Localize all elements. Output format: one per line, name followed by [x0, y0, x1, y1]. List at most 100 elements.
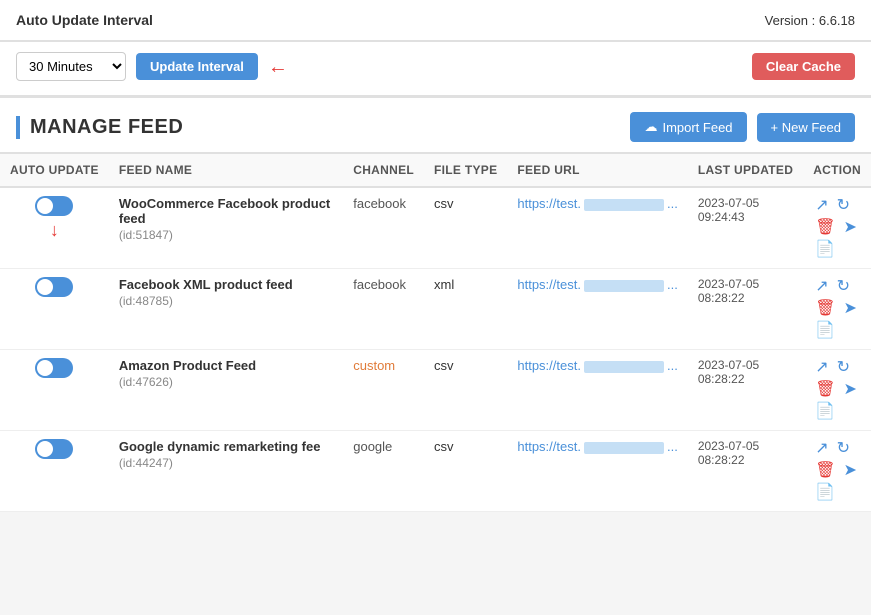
feed-url-cell: https://test....	[507, 431, 687, 512]
export-button[interactable]: ↗	[813, 358, 830, 378]
refresh-button[interactable]: ↻	[835, 196, 852, 216]
file-type-cell: csv	[424, 187, 507, 269]
action-row-1: ↗ ↻	[813, 358, 852, 378]
export-button[interactable]: ↗	[813, 277, 830, 297]
feed-id: (id:44247)	[119, 456, 333, 470]
last-updated-date: 2023-07-05	[698, 277, 793, 291]
action-row-2: 🗑 ➤	[813, 380, 859, 400]
new-feed-button[interactable]: + New Feed	[757, 113, 855, 142]
delete-button[interactable]: 🗑	[813, 461, 837, 481]
channel-cell: facebook	[343, 269, 424, 350]
action-row-3: 📄	[813, 402, 837, 422]
action-cell: ↗ ↻ 🗑 ➤ 📄	[803, 350, 871, 431]
channel-cell: google	[343, 431, 424, 512]
refresh-button[interactable]: ↻	[835, 439, 852, 459]
auto-update-cell: ↓	[0, 187, 109, 269]
action-icons: ↗ ↻ 🗑 ➤ 📄	[813, 277, 861, 341]
interval-select[interactable]: 30 Minutes 5 Minutes 15 Minutes 1 Hour	[16, 52, 126, 81]
col-feed-name: FEED NAME	[109, 154, 343, 188]
auto-update-cell	[0, 269, 109, 350]
action-icons: ↗ ↻ 🗑 ➤ 📄	[813, 358, 861, 422]
refresh-button[interactable]: ↻	[835, 277, 852, 297]
top-controls-bar: Auto Update Interval Version : 6.6.18	[0, 0, 871, 42]
action-row-1: ↗ ↻	[813, 277, 852, 297]
action-row-2: 🗑 ➤	[813, 461, 859, 481]
delete-button[interactable]: 🗑	[813, 218, 837, 238]
table-header-row: AUTO UPDATE FEED NAME CHANNEL FILE TYPE …	[0, 154, 871, 188]
last-updated-cell: 2023-07-05 08:28:22	[688, 431, 803, 512]
file-type-label: xml	[434, 277, 454, 292]
toggle-switch[interactable]	[35, 196, 73, 216]
channel-label: facebook	[353, 277, 406, 292]
doc-button[interactable]: 📄	[813, 321, 837, 341]
update-interval-button[interactable]: Update Interval	[136, 53, 258, 80]
toggle-switch[interactable]	[35, 277, 73, 297]
action-row-3: 📄	[813, 240, 837, 260]
action-cell: ↗ ↻ 🗑 ➤ 📄	[803, 431, 871, 512]
last-updated-date: 2023-07-05	[698, 439, 793, 453]
last-updated-cell: 2023-07-05 08:28:22	[688, 269, 803, 350]
delete-button[interactable]: 🗑	[813, 380, 837, 400]
export-button[interactable]: ↗	[813, 196, 830, 216]
auto-update-label: Auto Update Interval	[16, 12, 153, 28]
feed-url-blurred	[584, 280, 664, 292]
file-type-cell: csv	[424, 431, 507, 512]
export-button[interactable]: ↗	[813, 439, 830, 459]
left-controls: Auto Update Interval	[16, 12, 153, 28]
delete-button[interactable]: 🗑	[813, 299, 837, 319]
feed-url-cell: https://test....	[507, 269, 687, 350]
channel-label: custom	[353, 358, 395, 373]
table-row: Amazon Product Feed (id:47626) custom csv…	[0, 350, 871, 431]
last-updated-cell: 2023-07-05 08:28:22	[688, 350, 803, 431]
feed-url-link[interactable]: https://test....	[517, 196, 677, 211]
action-row-3: 📄	[813, 321, 837, 341]
feed-url-cell: https://test....	[507, 350, 687, 431]
action-row-3: 📄	[813, 483, 837, 503]
feed-url-link[interactable]: https://test....	[517, 358, 677, 373]
last-updated-time: 08:28:22	[698, 453, 793, 467]
file-type-label: csv	[434, 196, 454, 211]
toggle-switch[interactable]	[35, 358, 73, 378]
file-type-cell: csv	[424, 350, 507, 431]
manage-actions: ☁ Import Feed + New Feed	[630, 112, 855, 142]
last-updated-date: 2023-07-05	[698, 196, 793, 210]
feed-url-link[interactable]: https://test....	[517, 439, 677, 454]
feed-name: WooCommerce Facebook product feed	[119, 196, 333, 226]
clone-button[interactable]: ➤	[842, 380, 859, 400]
clone-button[interactable]: ➤	[842, 218, 859, 238]
feed-name-cell: Amazon Product Feed (id:47626)	[109, 350, 343, 431]
col-feed-url: FEED URL	[507, 154, 687, 188]
new-feed-label: + New Feed	[771, 120, 841, 135]
import-feed-button[interactable]: ☁ Import Feed	[630, 112, 746, 142]
doc-button[interactable]: 📄	[813, 402, 837, 422]
col-channel: CHANNEL	[343, 154, 424, 188]
action-row-2: 🗑 ➤	[813, 218, 859, 238]
feed-url-link[interactable]: https://test....	[517, 277, 677, 292]
doc-button[interactable]: 📄	[813, 240, 837, 260]
version-label: Version : 6.6.18	[765, 13, 855, 28]
action-row-1: ↗ ↻	[813, 196, 852, 216]
feed-url-cell: https://test....	[507, 187, 687, 269]
toggle-switch[interactable]	[35, 439, 73, 459]
feed-name-cell: WooCommerce Facebook product feed (id:51…	[109, 187, 343, 269]
feed-name: Amazon Product Feed	[119, 358, 333, 373]
refresh-button[interactable]: ↻	[835, 358, 852, 378]
file-type-cell: xml	[424, 269, 507, 350]
last-updated-time: 09:24:43	[698, 210, 793, 224]
col-last-updated: LAST UPDATED	[688, 154, 803, 188]
doc-button[interactable]: 📄	[813, 483, 837, 503]
down-arrow-icon: ↓	[50, 220, 59, 241]
clone-button[interactable]: ➤	[842, 299, 859, 319]
col-action: ACTION	[803, 154, 871, 188]
file-type-label: csv	[434, 358, 454, 373]
clear-cache-button[interactable]: Clear Cache	[752, 53, 855, 80]
feed-url-blurred	[584, 361, 664, 373]
col-file-type: FILE TYPE	[424, 154, 507, 188]
table-row: ↓ WooCommerce Facebook product feed (id:…	[0, 187, 871, 269]
cloud-icon: ☁	[644, 119, 657, 135]
clone-button[interactable]: ➤	[842, 461, 859, 481]
last-updated-date: 2023-07-05	[698, 358, 793, 372]
arrow-indicator: ←	[268, 57, 288, 77]
channel-cell: facebook	[343, 187, 424, 269]
channel-label: google	[353, 439, 392, 454]
